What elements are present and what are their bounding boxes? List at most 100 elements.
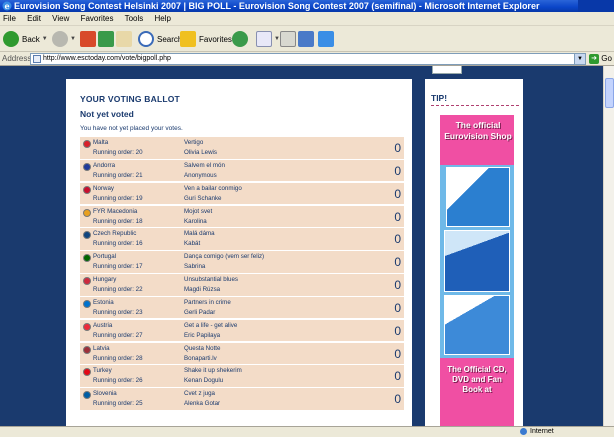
media-icon — [232, 31, 248, 47]
slovenia-flag-icon — [83, 391, 91, 400]
country-name: Hungary — [93, 276, 117, 284]
window-controls[interactable] — [578, 0, 614, 12]
menu-help[interactable]: Help — [155, 14, 171, 23]
go-arrow-icon: ➜ — [589, 53, 599, 64]
internet-explorer-icon: e — [2, 1, 12, 11]
song-title: Mojot svet — [184, 207, 213, 215]
ballot-row[interactable]: Norway Running order: 19 Ven a bailar co… — [80, 182, 404, 206]
song-title: Dança comigo (vem ser feliz) — [184, 253, 265, 261]
back-dropdown-icon[interactable]: ▼ — [42, 36, 48, 42]
eurovision-shop-banner[interactable]: The official Eurovision Shop The Officia… — [440, 115, 514, 426]
forward-dropdown-icon[interactable]: ▼ — [70, 36, 76, 42]
vote-count[interactable]: 0 — [394, 164, 401, 178]
ballot-row[interactable]: Hungary Running order: 22 Unsubstantial … — [80, 274, 404, 297]
menu-tools[interactable]: Tools — [125, 14, 144, 23]
internet-zone-icon — [520, 427, 527, 435]
vote-count[interactable]: 0 — [394, 301, 401, 315]
song-title: Salvem el món — [184, 161, 225, 169]
running-order: Running order: 22 — [93, 286, 143, 294]
address-input[interactable]: http://www.esctoday.com/vote/bigpoll.php — [30, 53, 586, 65]
back-button[interactable]: Back ▼ — [3, 30, 48, 48]
fan-book-image — [444, 295, 510, 355]
running-order: Running order: 26 — [93, 377, 143, 385]
ballot-list: Malta Running order: 20 Vertigo Olivia L… — [80, 137, 404, 411]
address-label: Address — [2, 54, 32, 63]
forward-button[interactable]: ▼ — [52, 30, 76, 48]
menu-favorites[interactable]: Favorites — [81, 14, 114, 23]
ballot-row[interactable]: Andorra Running order: 21 Salvem el món … — [80, 159, 404, 183]
banner-tagline: The Official CD, DVD and Fan Book at — [447, 365, 507, 394]
song-title: Malá dáma — [184, 230, 215, 238]
country-name: Malta — [93, 139, 109, 146]
song-title: Partners in crime — [184, 298, 231, 306]
address-url: http://www.esctoday.com/vote/bigpoll.php — [43, 55, 171, 62]
ballot-row[interactable]: Malta Running order: 20 Vertigo Olivia L… — [80, 137, 404, 160]
ballot-row[interactable]: Slovenia Running order: 25 Cvet z juga A… — [80, 388, 404, 411]
ballot-row[interactable]: Turkey Running order: 26 Shake it up she… — [80, 365, 404, 388]
tip-divider — [431, 105, 519, 106]
discuss-button[interactable] — [318, 30, 334, 48]
vote-count[interactable]: 0 — [394, 324, 401, 338]
ballot-row[interactable]: Latvia Running order: 28 Questa Notte Bo… — [80, 342, 404, 366]
ballot-row[interactable]: Portugal Running order: 17 Dança comigo … — [80, 251, 404, 274]
country-name: Latvia — [93, 344, 110, 352]
media-button[interactable] — [232, 30, 248, 48]
stop-button[interactable] — [80, 30, 96, 48]
menu-view[interactable]: View — [52, 14, 69, 23]
stop-icon — [80, 31, 96, 47]
edit-button[interactable] — [298, 30, 314, 48]
ballot-row[interactable]: Austria Running order: 27 Get a life - g… — [80, 319, 404, 343]
vertical-scrollbar[interactable] — [603, 66, 614, 426]
vote-count[interactable]: 0 — [394, 141, 401, 155]
page-icon — [33, 55, 41, 63]
print-button[interactable] — [280, 30, 296, 48]
home-icon — [116, 31, 132, 47]
ballot-row[interactable]: Czech Republic Running order: 16 Malá dá… — [80, 228, 404, 251]
address-dropdown-icon[interactable]: ▼ — [574, 53, 586, 65]
running-order: Running order: 27 — [93, 331, 143, 339]
country-name: Slovenia — [93, 390, 117, 398]
song-title: Shake it up shekerim — [184, 367, 242, 375]
menu-edit[interactable]: Edit — [27, 14, 41, 23]
ballot-row[interactable]: Estonia Running order: 23 Partners in cr… — [80, 296, 404, 320]
scrollbar-thumb[interactable] — [605, 78, 614, 108]
menu-file[interactable]: File — [3, 14, 16, 23]
mail-button[interactable]: ▼ — [256, 30, 280, 48]
status-bar: Internet — [0, 426, 614, 436]
home-button[interactable] — [116, 30, 132, 48]
vote-count[interactable]: 0 — [394, 210, 401, 224]
vote-count[interactable]: 0 — [394, 347, 401, 361]
artist-name: Magdi Rúzsa — [184, 286, 221, 294]
banner-headline: The official Eurovision Shop — [444, 120, 512, 141]
ballot-row[interactable]: FYR Macedonia Running order: 18 Mojot sv… — [80, 205, 404, 229]
ballot-panel: YOUR VOTING BALLOT Not yet voted You hav… — [66, 79, 412, 426]
sidebar-panel: TIP! The official Eurovision Shop The Of… — [425, 79, 523, 426]
country-name: Andorra — [93, 161, 116, 169]
vote-count[interactable]: 0 — [394, 392, 401, 406]
vote-count[interactable]: 0 — [394, 255, 401, 269]
vote-count[interactable]: 0 — [394, 369, 401, 383]
country-name: Czech Republic — [93, 230, 137, 238]
running-order: Running order: 19 — [93, 194, 143, 202]
favorites-button[interactable]: Favorites — [180, 30, 232, 48]
malta-flag-icon — [83, 140, 91, 148]
andorra-flag-icon — [83, 162, 91, 171]
forward-arrow-icon — [52, 31, 68, 47]
song-title: Questa Notte — [184, 344, 221, 352]
mail-icon — [256, 31, 272, 47]
go-button[interactable]: ➜ Go — [589, 52, 612, 66]
artist-name: Olivia Lewis — [184, 149, 218, 156]
top-tab-stub — [432, 66, 462, 74]
vote-count[interactable]: 0 — [394, 278, 401, 292]
running-order: Running order: 21 — [93, 171, 143, 179]
vote-count[interactable]: 0 — [394, 187, 401, 201]
song-title: Vertigo — [184, 139, 204, 146]
search-button[interactable]: Search — [138, 30, 182, 48]
svg-text:e: e — [4, 1, 9, 11]
running-order: Running order: 18 — [93, 217, 143, 225]
vote-count[interactable]: 0 — [394, 232, 401, 246]
print-icon — [280, 31, 296, 47]
edit-icon — [298, 31, 314, 47]
refresh-button[interactable] — [98, 30, 114, 48]
ballot-status: Not yet voted — [80, 109, 134, 119]
